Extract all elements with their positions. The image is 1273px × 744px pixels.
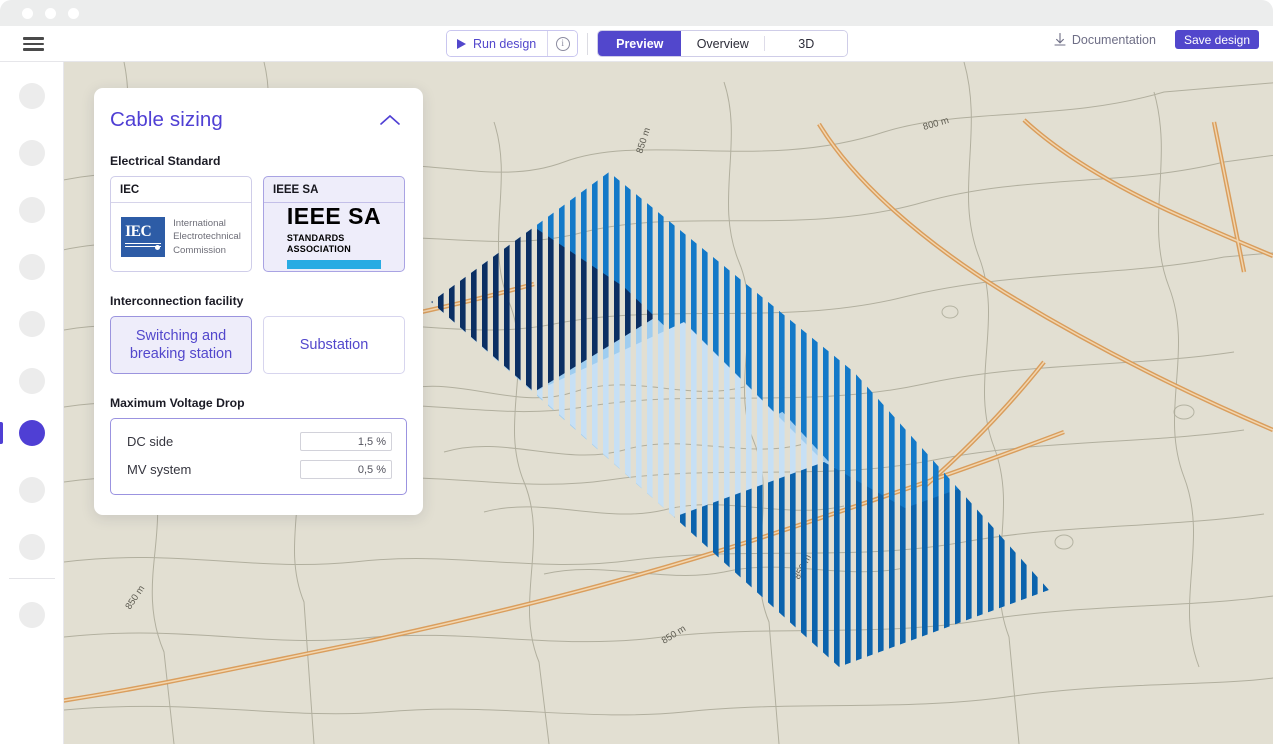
mv-system-input[interactable] [300,460,392,479]
sidebar-icon-9 [19,534,45,560]
ieee-sa-logo-text: IEEE SA [287,205,381,228]
run-design-info-button[interactable]: i [547,31,578,56]
facility-option-substation-label: Substation [299,336,369,353]
cable-sizing-panel: Cable sizing Electrical Standard IEC IEC [94,88,423,515]
facility-option-switching-label: Switching and breaking station [129,327,233,362]
iec-logo-dot [155,245,161,250]
iec-word-1: International [173,218,226,230]
interconnection-facility-label: Interconnection facility [110,294,244,308]
sidebar-icon-10 [19,602,45,628]
sidebar-item-2[interactable] [0,135,64,171]
ieee-sa-logo: IEEE SA STANDARDS ASSOCIATION [286,205,382,269]
tab-overview-label: Overview [696,36,749,51]
ieee-sa-wordmark: IEEE SA [286,203,382,230]
maximize-window-button[interactable] [68,8,79,19]
sidebar-item-5[interactable] [0,306,64,342]
voltage-drop-row-mv-system: MV system [125,460,392,479]
info-icon: i [555,36,570,51]
ieee-sa-accent-bar [286,259,382,269]
sidebar-item-10[interactable] [0,597,64,633]
sidebar-icon-8 [19,477,45,503]
standard-option-ieee-sa-header: IEEE SA [264,177,404,203]
sidebar-item-7-active[interactable] [0,415,64,451]
standard-option-iec-body: IEC International Electrotechnical Commi… [111,203,251,271]
iec-word-2: Electrotechnical [173,231,241,243]
dc-side-label: DC side [127,434,174,449]
interconnection-facility-options: Switching and breaking station Substatio… [94,316,423,374]
facility-option-substation[interactable]: Substation [263,316,405,374]
sidebar-item-4[interactable] [0,249,64,285]
panel-title: Cable sizing [110,108,223,131]
voltage-drop-row-dc-side: DC side [125,432,392,451]
tab-preview-label: Preview [616,36,664,51]
sidebar-item-9[interactable] [0,529,64,565]
iec-logo: IEC International Electrotechnical Commi… [121,217,241,257]
sidebar-item-6[interactable] [0,363,64,399]
close-window-button[interactable] [22,8,33,19]
documentation-label: Documentation [1071,32,1156,47]
tab-3d-label: 3D [798,36,815,51]
hamburger-icon[interactable] [23,35,44,53]
header-right-tools: Documentation Save design [1054,30,1259,49]
dc-side-input[interactable] [300,432,392,451]
iec-logo-mark: IEC [121,217,166,257]
ieee-word-1: STANDARDS [286,233,345,244]
iec-word-3: Commission [173,244,226,256]
play-icon [457,38,466,49]
sidebar-item-3[interactable] [0,192,64,228]
sidebar-icon-4 [19,254,45,280]
save-design-button[interactable]: Save design [1174,30,1259,49]
sidebar-icon-1 [19,83,45,109]
sidebar-icon-3 [19,197,45,223]
ieee-word-2: ASSOCIATION [286,244,351,254]
app-header: Run design i Preview Overview 3D Documen… [0,26,1273,62]
standard-option-ieee-sa-body: IEEE SA STANDARDS ASSOCIATION [264,203,404,271]
sidebar-item-1[interactable] [0,78,64,114]
save-design-label: Save design [1183,32,1250,47]
traffic-lights [22,8,79,19]
tab-overview[interactable]: Overview [681,31,765,56]
standard-option-ieee-sa[interactable]: IEEE SA IEEE SA STANDARDS ASSOCIATION [263,176,405,272]
run-design-button[interactable]: Run design [447,31,548,56]
maximum-voltage-drop-box: DC side MV system [110,418,407,495]
window-titlebar [0,0,1273,26]
header-center-tools: Run design i Preview Overview 3D [446,30,849,57]
download-arrow-icon [1054,33,1066,46]
view-tab-group: Preview Overview 3D [597,30,849,57]
tab-preview[interactable]: Preview [598,31,682,56]
standard-option-iec-header: IEC [111,177,251,203]
toolbar-divider [587,32,589,55]
minimize-window-button[interactable] [45,8,56,19]
facility-option-switching[interactable]: Switching and breaking station [110,316,252,374]
left-sidebar [0,62,64,744]
app-window: Run design i Preview Overview 3D Documen… [0,0,1273,744]
panel-header: Cable sizing [94,88,423,132]
ieee-sa-subtext: STANDARDS ASSOCIATION [287,233,381,254]
sidebar-icon-7 [19,420,45,446]
electrical-standard-options: IEC IEC International Electrotechnical C… [94,176,423,272]
sidebar-divider [9,578,55,579]
standard-option-iec[interactable]: IEC IEC International Electrotechnical C… [110,176,252,272]
run-design-label: Run design [473,36,537,51]
mv-system-label: MV system [127,462,192,477]
maximum-voltage-drop-label: Maximum Voltage Drop [110,396,245,410]
electrical-standard-label: Electrical Standard [110,154,221,168]
iec-logo-text: IEC [125,223,152,241]
sidebar-item-8[interactable] [0,472,64,508]
documentation-link[interactable]: Documentation [1054,33,1156,47]
iec-logo-words: International Electrotechnical Commissio… [173,217,241,257]
sidebar-icon-6 [19,368,45,394]
chevron-up-icon[interactable] [379,113,401,127]
sidebar-icon-5 [19,311,45,337]
sidebar-icon-2 [19,140,45,166]
tab-3d[interactable]: 3D [765,31,848,56]
run-design-group: Run design i [446,30,579,57]
